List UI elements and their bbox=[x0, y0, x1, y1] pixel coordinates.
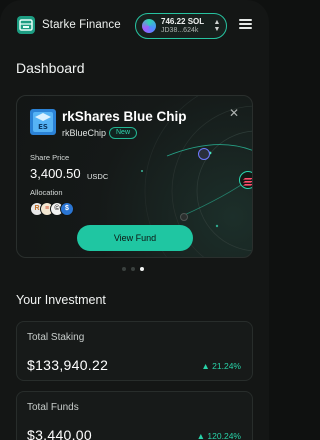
allocation-label: Allocation bbox=[30, 188, 63, 197]
floating-token-icon bbox=[198, 148, 210, 160]
view-fund-button[interactable]: View Fund bbox=[77, 225, 193, 251]
top-bar: Starke Finance 746.22 SOL JD38...624k ▲ ▼ bbox=[0, 0, 269, 50]
total-staking-label: Total Staking bbox=[27, 332, 85, 343]
page-title: Dashboard bbox=[16, 60, 85, 76]
fund-name: rkShares Blue Chip bbox=[62, 109, 187, 124]
starke-logo-icon[interactable] bbox=[16, 15, 36, 35]
usdc-token-icon: $ bbox=[60, 202, 74, 216]
sol-token-icon bbox=[239, 171, 252, 189]
carousel-dot-active[interactable] bbox=[140, 267, 144, 271]
total-staking-card[interactable]: Total Staking $133,940.22 ▲ 21.24% bbox=[16, 321, 253, 381]
share-price-value: 3,400.50 bbox=[30, 166, 81, 181]
carousel-dot[interactable] bbox=[131, 267, 135, 271]
app-screen: Starke Finance 746.22 SOL JD38...624k ▲ ▼… bbox=[0, 0, 269, 440]
total-funds-card[interactable]: Total Funds $3,440.00 ▲ 120.24% bbox=[16, 391, 253, 440]
share-price-unit: USDC bbox=[87, 172, 109, 181]
section-title: Your Investment bbox=[16, 293, 106, 307]
fund-logo-icon: ES bbox=[30, 109, 56, 135]
share-price-label: Share Price bbox=[30, 153, 70, 162]
carousel-indicator bbox=[122, 267, 148, 272]
carousel-dot[interactable] bbox=[122, 267, 126, 271]
svg-text:ES: ES bbox=[38, 123, 48, 131]
total-staking-value: $133,940.22 bbox=[27, 357, 109, 373]
floating-token-icon bbox=[180, 213, 188, 221]
total-staking-change: ▲ 21.24% bbox=[201, 361, 241, 371]
fund-card[interactable]: ES rkShares Blue Chip rkBlueChip New ✕ S… bbox=[16, 95, 253, 258]
total-funds-label: Total Funds bbox=[27, 402, 79, 413]
total-funds-value: $3,440.00 bbox=[27, 427, 92, 440]
fund-ticker: rkBlueChip bbox=[62, 128, 107, 138]
wallet-button[interactable]: 746.22 SOL JD38...624k ▲ ▼ bbox=[135, 13, 227, 39]
wallet-balance: 746.22 SOL bbox=[161, 17, 205, 26]
total-funds-change: ▲ 120.24% bbox=[196, 431, 241, 440]
sol-coin-icon bbox=[142, 19, 156, 33]
brand-name: Starke Finance bbox=[42, 19, 121, 31]
chevron-up-down-icon: ▲ ▼ bbox=[213, 19, 221, 33]
new-badge: New bbox=[109, 127, 138, 139]
wallet-address: JD38...624k bbox=[161, 27, 199, 34]
close-icon[interactable]: ✕ bbox=[228, 107, 240, 119]
hamburger-menu-icon[interactable] bbox=[239, 19, 252, 29]
allocation-icons: R ≡ © $ bbox=[30, 202, 90, 216]
